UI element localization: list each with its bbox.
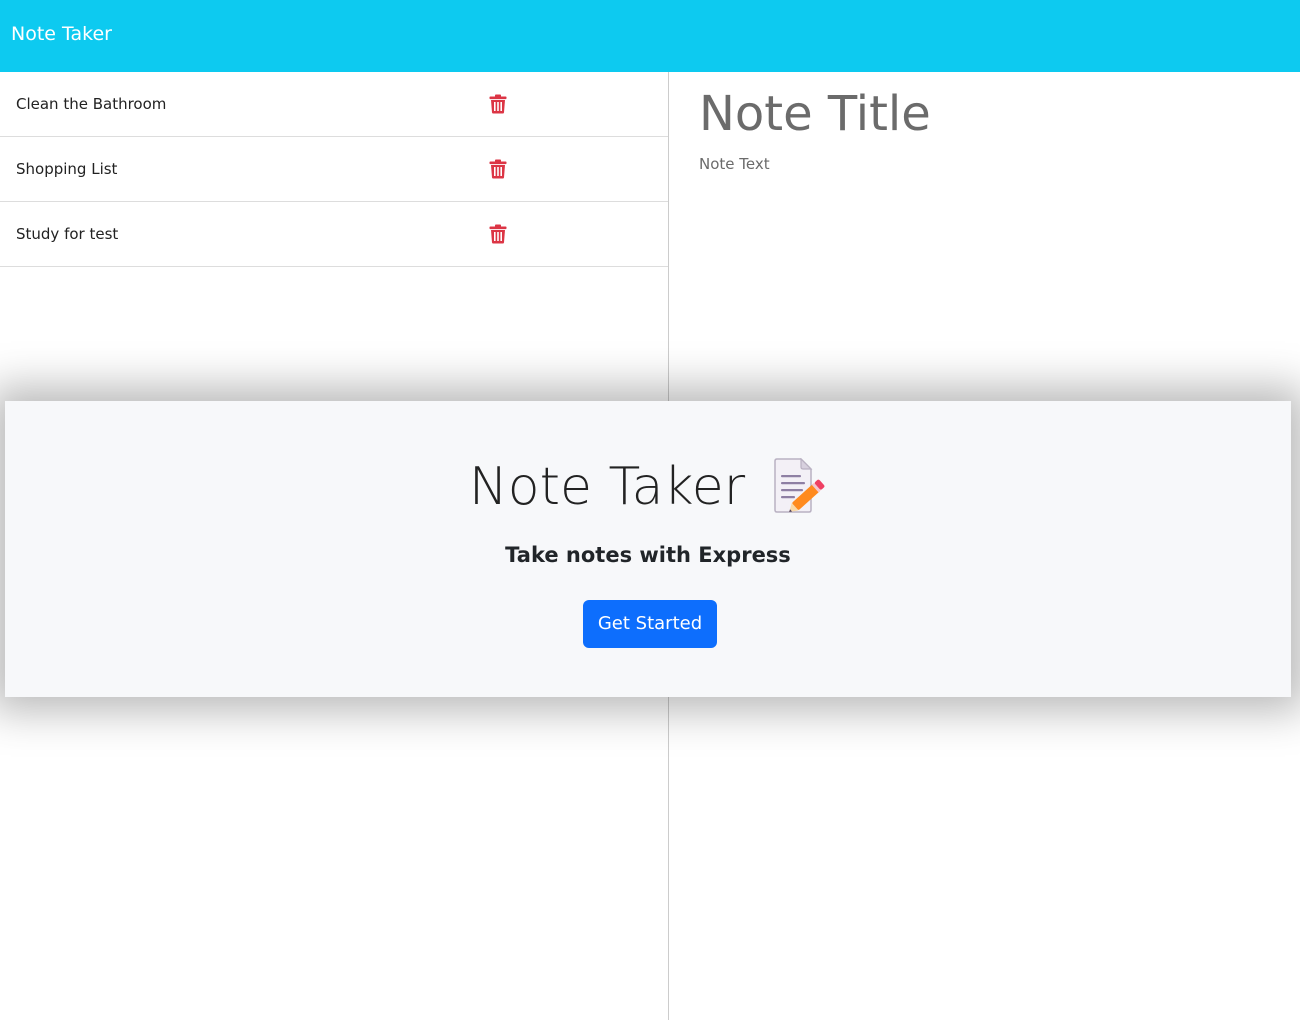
trash-icon[interactable] (489, 224, 507, 244)
trash-icon[interactable] (489, 159, 507, 179)
note-item-title[interactable]: Shopping List (16, 159, 117, 179)
get-started-button[interactable]: Get Started (583, 600, 717, 648)
note-title-input[interactable]: Note Title (699, 86, 931, 142)
landing-lead: Take notes with Express (505, 543, 791, 567)
navbar: Note Taker (0, 0, 1300, 72)
note-list: Clean the Bathroom Shopping List Study f… (0, 72, 668, 267)
navbar-brand[interactable]: Note Taker (11, 22, 112, 46)
landing-header: Note Taker (5, 455, 1291, 519)
list-item[interactable]: Study for test (0, 202, 668, 267)
list-item[interactable]: Clean the Bathroom (0, 72, 668, 137)
note-text-area[interactable]: Note Text (699, 154, 770, 174)
note-item-title[interactable]: Study for test (16, 224, 118, 244)
memo-icon (774, 458, 825, 513)
landing-jumbotron: Note Taker Take notes with Express Get S… (5, 401, 1291, 697)
note-item-title[interactable]: Clean the Bathroom (16, 94, 166, 114)
list-item[interactable]: Shopping List (0, 137, 668, 202)
landing-title: Note Taker (468, 457, 746, 517)
trash-icon[interactable] (489, 94, 507, 114)
